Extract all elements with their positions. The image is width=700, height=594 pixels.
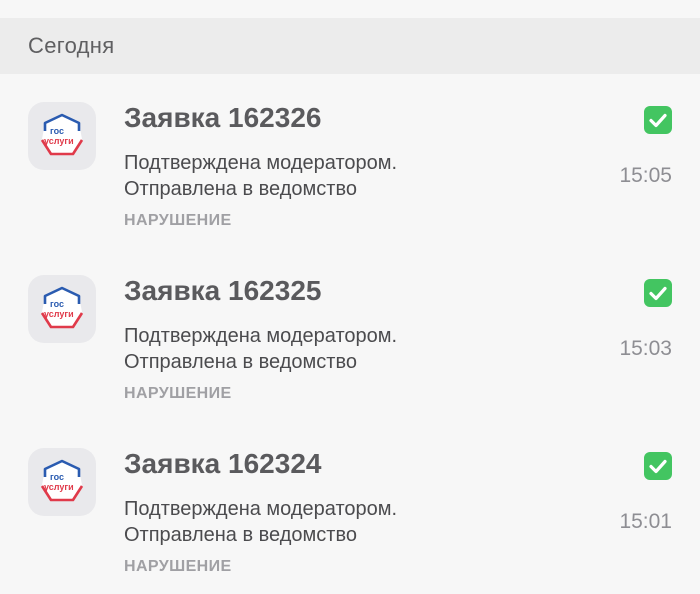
notification-body-line1: Подтверждена модератором. [124,325,398,347]
notification-body: Подтверждена модератором. Отправлена в в… [124,496,397,548]
notification-body-line2: Отправлена в ведомство [124,178,357,200]
notification-item[interactable]: гос услуги Заявка 162324 Подтверждена мо… [0,420,700,594]
notification-time: 15:03 [619,337,672,360]
notification-body-line1: Подтверждена модератором. [124,152,398,174]
logo-text-line2: услуги [44,136,74,146]
logo-text-line1: гос [50,126,64,136]
notification-body-line2: Отправлена в ведомство [124,351,357,373]
notification-category: НАРУШЕНИЕ [124,558,232,575]
checkmark-icon [644,279,672,307]
notification-title: Заявка 162326 [124,102,322,133]
notification-item[interactable]: гос услуги Заявка 162325 Подтверждена мо… [0,247,700,421]
checkmark-icon [644,106,672,134]
notification-body: Подтверждена модератором. Отправлена в в… [124,150,397,202]
notification-category: НАРУШЕНИЕ [124,212,232,229]
logo-text-line2: услуги [44,482,74,492]
notification-body: Подтверждена модератором. Отправлена в в… [124,323,397,375]
logo-text-line1: гос [50,472,64,482]
notification-category: НАРУШЕНИЕ [124,385,232,402]
checkmark-icon [644,452,672,480]
gosuslugi-logo-icon: гос услуги [28,448,96,516]
notification-time: 15:05 [619,164,672,187]
notification-item[interactable]: гос услуги Заявка 162326 Подтверждена мо… [0,74,700,248]
notification-body-line2: Отправлена в ведомство [124,524,357,546]
gosuslugi-logo-icon: гос услуги [28,102,96,170]
section-header: Сегодня [0,18,700,74]
section-title: Сегодня [28,33,115,58]
logo-text-line1: гос [50,299,64,309]
top-strip [0,0,700,18]
notification-body-line1: Подтверждена модератором. [124,498,398,520]
logo-text-line2: услуги [44,309,74,319]
notification-title: Заявка 162325 [124,275,322,306]
gosuslugi-logo-icon: гос услуги [28,275,96,343]
notification-time: 15:01 [619,510,672,533]
notification-title: Заявка 162324 [124,448,322,479]
